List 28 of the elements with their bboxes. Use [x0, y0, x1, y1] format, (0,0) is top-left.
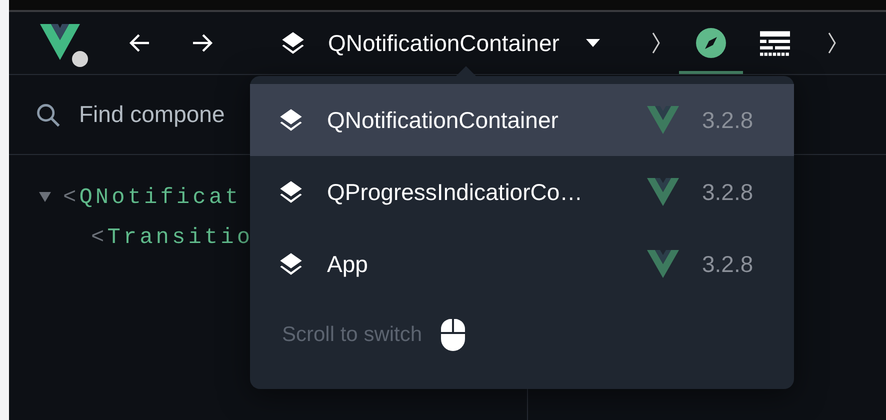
layers-icon [280, 30, 306, 56]
vue-logo-icon [647, 106, 679, 134]
tree-bracket: < [63, 184, 80, 210]
tree-node[interactable]: QNotificat [79, 184, 242, 210]
vue-logo-icon [38, 22, 90, 68]
tree-bracket: < [91, 224, 108, 250]
version-label: 3.2.8 [702, 250, 754, 278]
version-label: 3.2.8 [702, 178, 754, 206]
layers-icon [278, 179, 304, 205]
chevron-right-icon[interactable] [827, 31, 838, 55]
component-name: QNotificationContainer [327, 106, 560, 134]
expand-triangle-icon[interactable] [39, 192, 51, 202]
component-name: QProgressIndicatiorCo… [327, 178, 584, 206]
scroll-hint: Scroll to switch [282, 323, 422, 347]
vue-logo-icon [647, 178, 679, 206]
layers-icon [278, 107, 304, 133]
mouse-icon [441, 319, 466, 351]
vue-logo-icon [647, 250, 679, 278]
component-name: App [327, 250, 369, 278]
caret-icon[interactable] [586, 39, 600, 47]
component-title[interactable]: QNotificationContainer [328, 30, 560, 56]
search-icon [35, 102, 61, 128]
table-icon [760, 28, 790, 58]
layers-icon [278, 251, 304, 277]
compass-icon [696, 28, 726, 58]
component-option[interactable]: QNotificationContainer 3.2.8 [250, 84, 794, 156]
version-label: 3.2.8 [702, 106, 754, 134]
chevron-right-icon[interactable] [651, 31, 662, 55]
